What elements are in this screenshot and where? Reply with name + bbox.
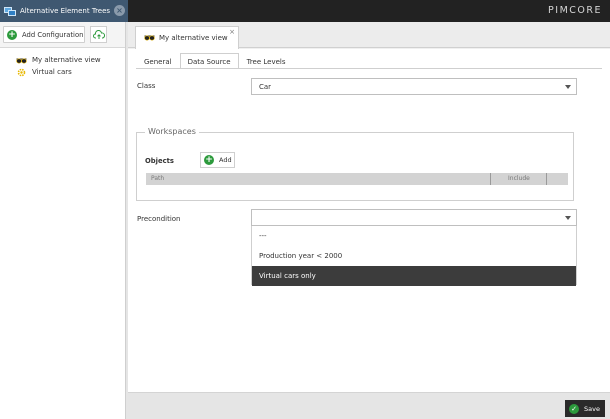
grid-column-include[interactable]: Include xyxy=(508,175,530,182)
column-separator[interactable] xyxy=(490,173,491,185)
add-object-button[interactable]: + Add xyxy=(200,152,235,168)
workspaces-fieldset: Workspaces Objects + Add Path Include xyxy=(136,127,574,201)
precondition-select[interactable] xyxy=(251,209,577,226)
panel-tab-title: Alternative Element Trees xyxy=(20,7,111,15)
tree-item-virtual-cars[interactable]: Virtual cars xyxy=(0,66,125,78)
column-separator[interactable] xyxy=(546,173,547,185)
tab-general[interactable]: General xyxy=(136,53,180,69)
plus-icon: + xyxy=(7,29,17,40)
top-bar: Alternative Element Trees × PIMCORE xyxy=(0,0,610,22)
tab-data-source[interactable]: Data Source xyxy=(179,53,239,69)
tree-item-my-alternative-view[interactable]: My alternative view xyxy=(0,54,125,66)
document-tab-label: My alternative view xyxy=(159,34,228,42)
gear-icon xyxy=(16,68,27,77)
class-select[interactable]: Car xyxy=(251,78,577,95)
dropdown-option-virtual-cars[interactable]: Virtual cars only xyxy=(252,266,576,286)
panel-tab-alternative-element-trees[interactable]: Alternative Element Trees × xyxy=(0,0,128,22)
grid-column-path[interactable]: Path xyxy=(151,175,164,182)
data-source-panel: General Data Source Tree Levels Class Ca… xyxy=(128,49,610,392)
tree-item-label: My alternative view xyxy=(32,56,101,64)
close-icon[interactable]: × xyxy=(114,5,125,16)
tree-item-label: Virtual cars xyxy=(32,68,72,76)
save-button[interactable]: ✓ Save xyxy=(565,400,605,417)
save-label: Save xyxy=(584,404,600,413)
upload-button[interactable] xyxy=(90,26,107,43)
plus-icon: + xyxy=(204,155,214,165)
cloud-upload-icon xyxy=(92,29,105,39)
add-configuration-button[interactable]: + Add Configuration xyxy=(3,26,85,43)
precondition-label: Precondition xyxy=(137,215,181,223)
pimcore-logo: PIMCORE xyxy=(548,5,602,16)
checkmark-icon: ✓ xyxy=(569,403,579,414)
dropdown-option-none[interactable]: --- xyxy=(252,226,576,246)
main-area: My alternative view × General Data Sourc… xyxy=(128,22,610,419)
glasses-icon xyxy=(144,34,155,43)
glasses-icon xyxy=(16,56,27,65)
tab-tree-levels[interactable]: Tree Levels xyxy=(239,53,294,69)
bottom-toolbar: ✓ Save xyxy=(128,392,610,419)
workspaces-legend: Workspaces xyxy=(145,127,199,136)
configuration-tree: My alternative view Virtual cars xyxy=(0,48,125,78)
workspaces-grid-header: Path Include xyxy=(146,173,568,185)
sub-tab-bar: General Data Source Tree Levels xyxy=(136,53,294,69)
class-select-value: Car xyxy=(259,83,272,91)
document-tab-my-alternative-view[interactable]: My alternative view × xyxy=(135,26,239,49)
chevron-down-icon[interactable] xyxy=(565,216,571,220)
windows-icon xyxy=(4,6,16,17)
left-toolbar: + Add Configuration xyxy=(0,22,125,48)
chevron-down-icon[interactable] xyxy=(565,85,571,89)
divider xyxy=(136,68,602,69)
objects-label: Objects xyxy=(145,157,174,165)
close-icon[interactable]: × xyxy=(229,28,235,36)
add-configuration-label: Add Configuration xyxy=(22,30,84,39)
dropdown-option-production-year[interactable]: Production year < 2000 xyxy=(252,246,576,266)
add-label: Add xyxy=(219,156,232,164)
document-tab-strip: My alternative view × xyxy=(128,22,610,49)
precondition-dropdown-list: --- Production year < 2000 Virtual cars … xyxy=(251,226,577,286)
left-panel: + Add Configuration My alternative view xyxy=(0,22,126,419)
class-label: Class xyxy=(137,82,156,90)
